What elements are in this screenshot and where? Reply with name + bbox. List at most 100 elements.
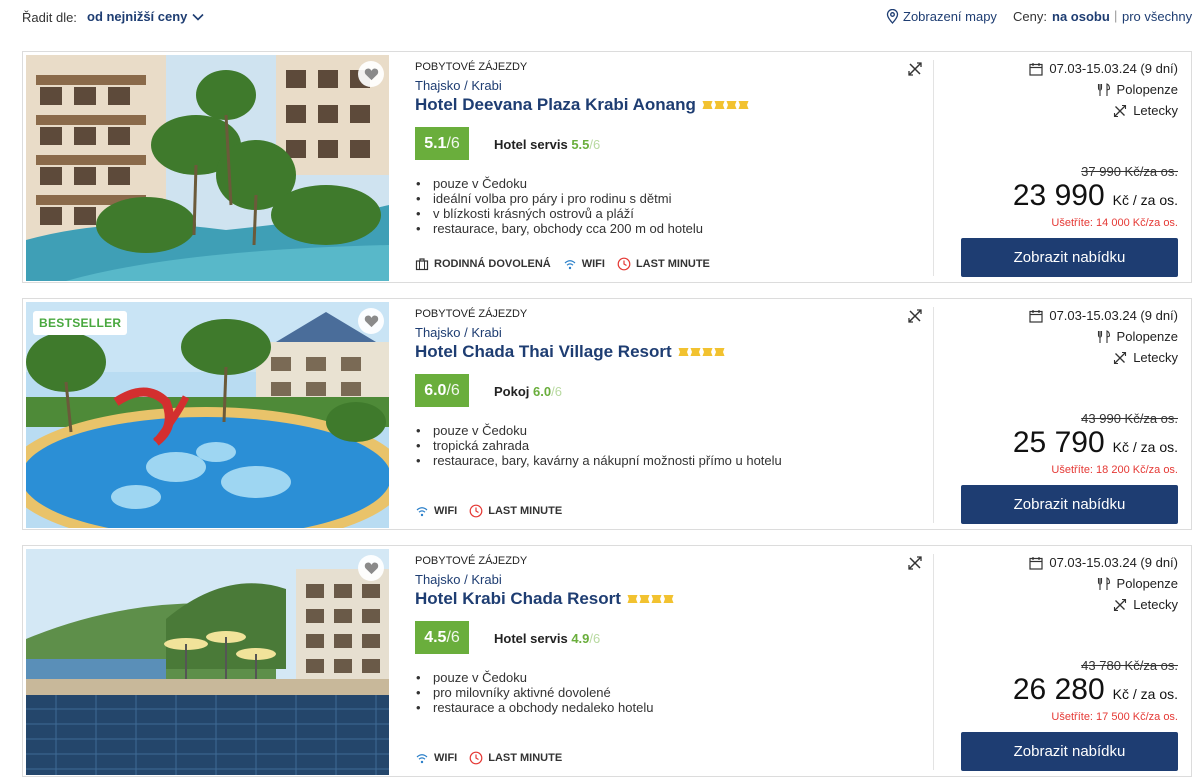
favorite-button[interactable]	[358, 308, 384, 334]
star-icon	[690, 348, 701, 356]
transport-type: Letecky	[1113, 103, 1178, 118]
price-per-person-toggle[interactable]: na osobu	[1052, 9, 1110, 24]
hotel-photo[interactable]	[26, 55, 389, 281]
hotel-photo[interactable]: BESTSELLER	[26, 302, 389, 528]
highlight-item: pouze v Čedoku	[415, 423, 782, 438]
hotel-name: Hotel Krabi Chada Resort	[415, 589, 621, 608]
hotel-tag-label: LAST MINUTE	[488, 505, 563, 517]
sub-rating-label: Hotel servis	[494, 137, 568, 152]
hotel-card: POBYTOVÉ ZÁJEZDY Thajsko / Krabi Hotel D…	[22, 51, 1192, 283]
hotel-tag-label: WIFI	[434, 505, 458, 517]
hotel-destination[interactable]: Thajsko / Krabi	[415, 325, 502, 340]
hotel-info: POBYTOVÉ ZÁJEZDY Thajsko / Krabi Hotel K…	[415, 546, 935, 776]
wifi-icon	[564, 260, 576, 270]
price-amount: 25 790	[1012, 426, 1105, 459]
flight-icon	[908, 62, 922, 76]
bestseller-badge: BESTSELLER	[33, 311, 128, 335]
map-view-link[interactable]: Zobrazení mapy	[886, 9, 997, 24]
star-icon	[651, 595, 662, 603]
highlight-item: restaurace, bary, kavárny a nákupní možn…	[415, 453, 782, 468]
hotel-name-link[interactable]: Hotel Deevana Plaza Krabi Aonang	[415, 95, 749, 115]
price-amount: 23 990	[1012, 179, 1105, 212]
rating-score: 5.1	[424, 134, 447, 152]
hotel-info: POBYTOVÉ ZÁJEZDY Thajsko / Krabi Hotel C…	[415, 299, 935, 529]
hotel-name-link[interactable]: Hotel Chada Thai Village Resort	[415, 342, 725, 362]
price-for-all-toggle[interactable]: pro všechny	[1122, 9, 1192, 24]
current-price: 26 280 Kč / za os.	[1013, 673, 1178, 707]
map-view-label: Zobrazení mapy	[903, 9, 997, 24]
plane-icon	[1114, 598, 1127, 611]
rating-max: /6	[446, 134, 460, 152]
show-offer-button[interactable]: Zobrazit nabídku	[961, 485, 1178, 524]
star-icon	[663, 595, 674, 603]
clock-icon	[469, 504, 483, 518]
cutlery-icon	[1097, 82, 1110, 96]
original-price: 43 780 Kč/za os.	[1081, 658, 1178, 673]
rating-max: /6	[446, 628, 460, 646]
price-unit: Kč / za os.	[1112, 192, 1178, 208]
transport-text: Letecky	[1133, 350, 1178, 365]
results-toolbar: Řadit dle: od nejnižší ceny Zobrazení ma…	[0, 0, 1200, 34]
show-offer-button[interactable]: Zobrazit nabídku	[961, 732, 1178, 771]
cutlery-icon	[1097, 329, 1110, 343]
highlight-item: v blízkosti krásných ostrovů a pláží	[415, 206, 703, 221]
rating-max: /6	[446, 381, 460, 399]
hotel-stars	[678, 347, 725, 357]
hotel-destination[interactable]: Thajsko / Krabi	[415, 78, 502, 93]
hotel-destination[interactable]: Thajsko / Krabi	[415, 572, 502, 587]
favorite-button[interactable]	[358, 61, 384, 87]
star-icon	[702, 101, 713, 109]
hotel-highlights: pouze v Čedokuideální volba pro páry i p…	[415, 176, 703, 236]
price-unit: Kč / za os.	[1112, 686, 1178, 702]
favorite-button[interactable]	[358, 555, 384, 581]
highlight-item: restaurace a obchody nedaleko hotelu	[415, 700, 653, 715]
meal-plan: Polopenze	[1097, 576, 1178, 591]
plane-icon	[1114, 104, 1127, 117]
sub-rating-max: /6	[589, 631, 601, 646]
sort-dropdown[interactable]: od nejnižší ceny	[87, 9, 205, 24]
rating-badge: 4.5/6	[415, 621, 469, 654]
highlight-item: restaurace, bary, obchody cca 200 m od h…	[415, 221, 703, 236]
original-price: 43 990 Kč/za os.	[1081, 411, 1178, 426]
sort-value: od nejnižší ceny	[87, 9, 188, 24]
trip-dates-text: 07.03-15.03.24 (9 dní)	[1049, 308, 1178, 323]
wifi-icon	[416, 754, 428, 764]
card-divider	[933, 60, 934, 276]
sub-rating-label: Pokoj	[494, 384, 530, 399]
star-icon	[702, 348, 713, 356]
star-icon	[738, 101, 749, 109]
hotel-tags: WIFI LAST MINUTE	[415, 751, 574, 765]
price-unit: Kč / za os.	[1112, 439, 1178, 455]
chevron-down-icon	[192, 13, 204, 21]
original-price: 37 990 Kč/za os.	[1081, 164, 1178, 179]
hotel-tag-label: WIFI	[581, 258, 605, 270]
heart-icon	[364, 315, 378, 328]
sort-label: Řadit dle:	[22, 10, 77, 25]
hotel-name-link[interactable]: Hotel Krabi Chada Resort	[415, 589, 674, 609]
sub-rating-value: 6.0	[533, 384, 552, 399]
rating-badge: 6.0/6	[415, 374, 469, 407]
hotel-info: POBYTOVÉ ZÁJEZDY Thajsko / Krabi Hotel D…	[415, 52, 935, 282]
hotel-tags: WIFI LAST MINUTE	[415, 504, 574, 518]
meal-plan: Polopenze	[1097, 329, 1178, 344]
price-amount: 26 280	[1012, 673, 1105, 706]
meal-plan-text: Polopenze	[1116, 82, 1178, 97]
offer-panel: 07.03-15.03.24 (9 dní) Polopenze Letecky…	[935, 52, 1178, 282]
card-divider	[933, 307, 934, 523]
sub-rating-label: Hotel servis	[494, 631, 568, 646]
hotel-name: Hotel Chada Thai Village Resort	[415, 342, 672, 361]
calendar-icon	[1029, 556, 1043, 570]
hotel-tag: LAST MINUTE	[469, 504, 562, 518]
calendar-icon	[1029, 309, 1043, 323]
trip-dates-text: 07.03-15.03.24 (9 dní)	[1049, 61, 1178, 76]
trip-category: POBYTOVÉ ZÁJEZDY	[415, 308, 528, 320]
savings-text: Ušetříte: 17 500 Kč/za os.	[1051, 711, 1178, 723]
hotel-tag-label: WIFI	[434, 752, 458, 764]
hotel-photo-image	[26, 55, 389, 281]
hotel-tag: LAST MINUTE	[469, 751, 562, 765]
hotel-photo[interactable]	[26, 549, 389, 775]
clock-icon	[617, 257, 631, 271]
heart-icon	[364, 68, 378, 81]
show-offer-button[interactable]: Zobrazit nabídku	[961, 238, 1178, 277]
star-icon	[678, 348, 689, 356]
